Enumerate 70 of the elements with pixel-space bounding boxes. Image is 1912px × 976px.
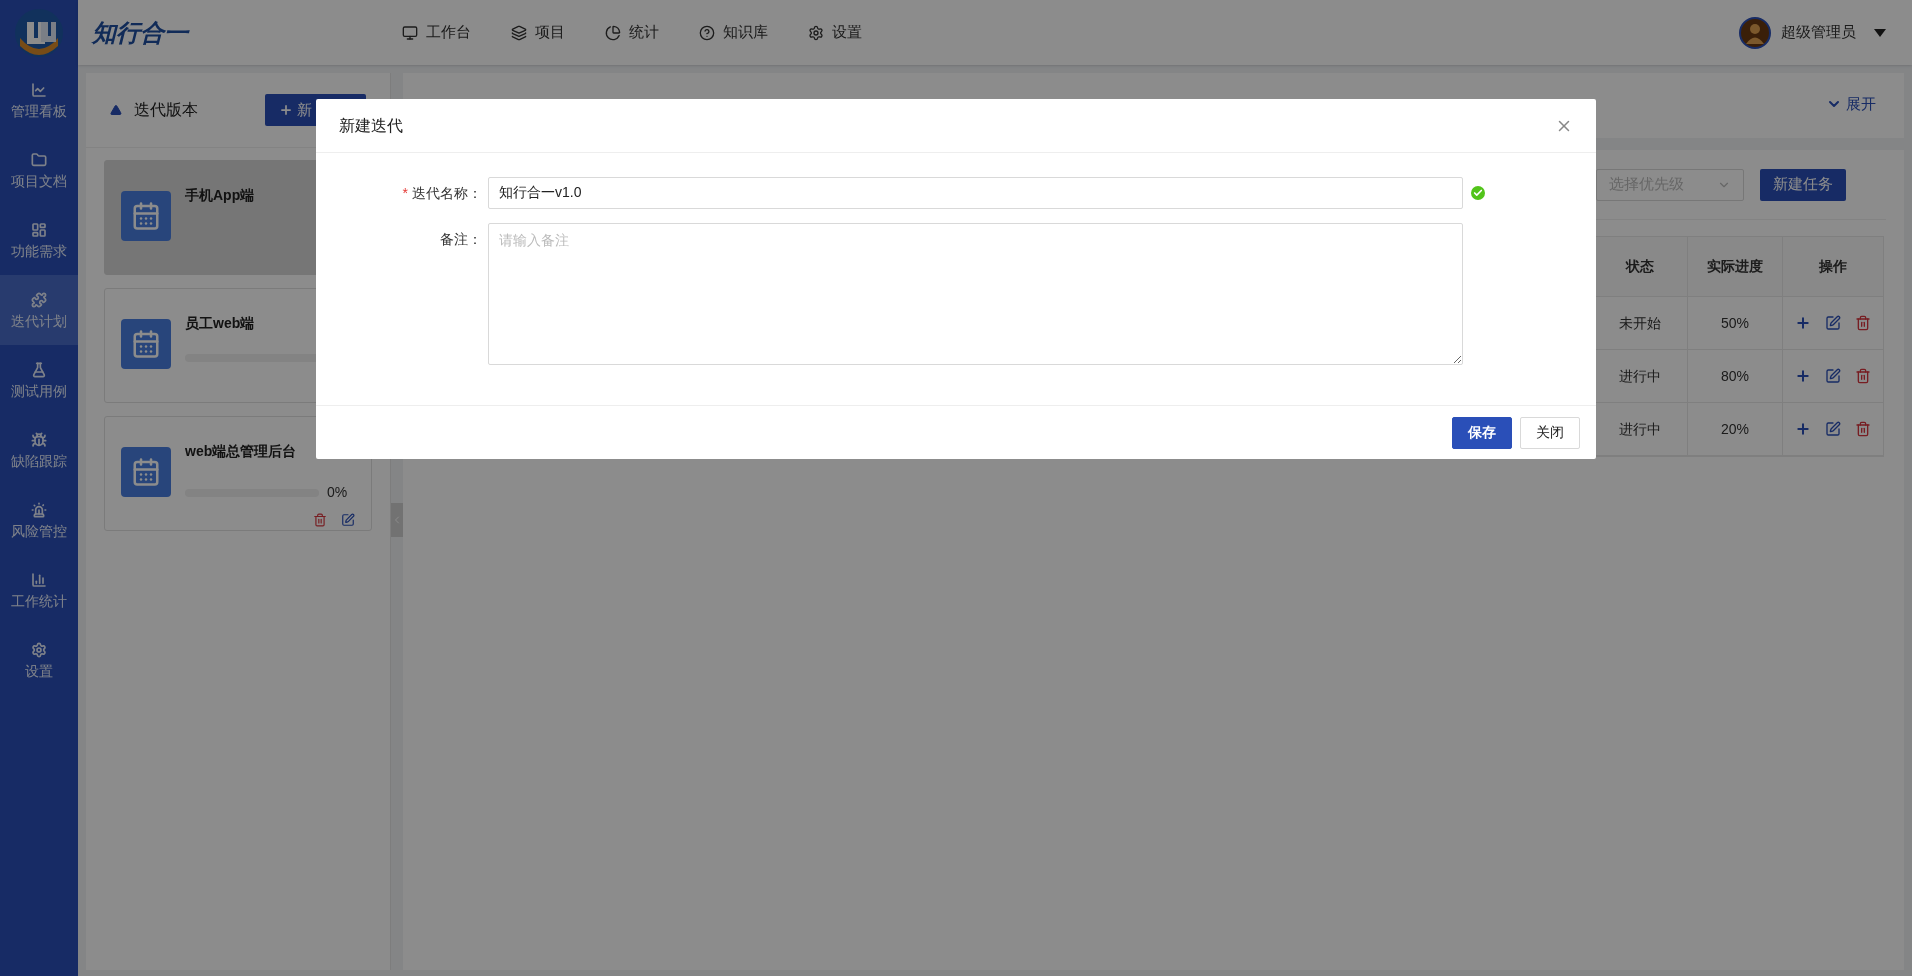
sidebar-item[interactable]: 缺陷跟踪 bbox=[0, 415, 78, 485]
iteration-name: 员工web端 bbox=[185, 314, 256, 333]
layout-icon bbox=[31, 222, 47, 238]
iteration-name: web端总管理后台 bbox=[185, 442, 298, 461]
puzzle-icon bbox=[31, 292, 47, 308]
bar-chart-icon bbox=[31, 572, 47, 588]
nav-link[interactable]: 统计 bbox=[605, 21, 659, 44]
save-button[interactable]: 保存 bbox=[1452, 416, 1512, 449]
user-menu[interactable]: 超级管理员 bbox=[1739, 16, 1886, 49]
edit-icon[interactable] bbox=[1825, 421, 1841, 437]
nav-link[interactable]: 项目 bbox=[511, 21, 565, 44]
name-input[interactable]: 知行合一v1.0 bbox=[488, 177, 1463, 209]
delete-icon[interactable] bbox=[313, 513, 327, 527]
sidebar-item[interactable]: 迭代计划 bbox=[0, 275, 78, 345]
field-label: 备注： bbox=[440, 229, 482, 249]
note-textarea[interactable]: 请输入备注 bbox=[488, 223, 1463, 365]
progress-percent: 0% bbox=[327, 483, 349, 502]
delete-icon[interactable] bbox=[1855, 315, 1871, 331]
pie-chart-icon bbox=[605, 24, 621, 41]
progress-cell: 20% bbox=[1687, 403, 1782, 455]
bug-icon bbox=[31, 432, 47, 448]
add-icon[interactable] bbox=[1795, 421, 1811, 437]
iteration-name: 手机App端 bbox=[185, 186, 256, 205]
monitor-icon bbox=[402, 24, 418, 41]
flask-icon bbox=[31, 362, 47, 378]
add-icon[interactable] bbox=[1795, 368, 1811, 384]
calendar-icon bbox=[121, 319, 171, 369]
sidebar-item[interactable]: 项目文档 bbox=[0, 135, 78, 205]
layers-icon bbox=[511, 24, 527, 41]
collapse-handle[interactable] bbox=[391, 503, 403, 537]
caret-icon bbox=[1874, 28, 1886, 37]
edit-icon[interactable] bbox=[1825, 368, 1841, 384]
sidebar-item[interactable]: 功能需求 bbox=[0, 205, 78, 275]
edit-icon[interactable] bbox=[341, 513, 355, 527]
sidebar-item[interactable]: 管理看板 bbox=[0, 65, 78, 135]
settings-icon bbox=[808, 24, 824, 41]
calendar-icon bbox=[121, 447, 171, 497]
calendar-icon bbox=[121, 191, 171, 241]
panel-title: 迭代版本 bbox=[134, 100, 199, 120]
nav-link[interactable]: 设置 bbox=[808, 21, 862, 44]
progress-cell: 80% bbox=[1687, 350, 1782, 402]
close-button[interactable]: 关闭 bbox=[1520, 416, 1580, 449]
nav-link[interactable]: 知识库 bbox=[699, 21, 768, 44]
folder-icon bbox=[31, 152, 47, 168]
field-label: 迭代名称： bbox=[412, 183, 482, 203]
iteration-card[interactable]: web端总管理后台 0% bbox=[104, 416, 372, 531]
sidebar-item[interactable]: 设置 bbox=[0, 625, 78, 695]
chart-icon bbox=[31, 82, 47, 98]
sidebar-item[interactable]: 工作统计 bbox=[0, 555, 78, 625]
add-icon[interactable] bbox=[1795, 315, 1811, 331]
plus-icon bbox=[279, 103, 293, 117]
brand-name: 知行合一 bbox=[92, 17, 191, 48]
sidebar-item[interactable]: 风险管控 bbox=[0, 485, 78, 555]
progress-cell: 50% bbox=[1687, 297, 1782, 349]
sidebar-item[interactable]: 测试用例 bbox=[0, 345, 78, 415]
siren-icon bbox=[31, 502, 47, 518]
required-mark: * bbox=[402, 183, 408, 203]
help-icon bbox=[699, 24, 715, 41]
column-header: 操作 bbox=[1782, 237, 1883, 296]
delete-icon[interactable] bbox=[1855, 368, 1871, 384]
expand-link[interactable]: 展开 bbox=[1826, 93, 1876, 116]
column-header: 实际进度 bbox=[1687, 237, 1782, 296]
new-task-button[interactable]: 新建任务 bbox=[1760, 168, 1846, 201]
avatar bbox=[1739, 16, 1771, 49]
triangle-icon bbox=[110, 104, 122, 116]
logo-icon bbox=[14, 7, 64, 58]
delete-icon[interactable] bbox=[1855, 421, 1871, 437]
settings-icon bbox=[31, 642, 47, 658]
nav-link[interactable]: 工作台 bbox=[402, 21, 471, 44]
edit-icon[interactable] bbox=[1825, 315, 1841, 331]
